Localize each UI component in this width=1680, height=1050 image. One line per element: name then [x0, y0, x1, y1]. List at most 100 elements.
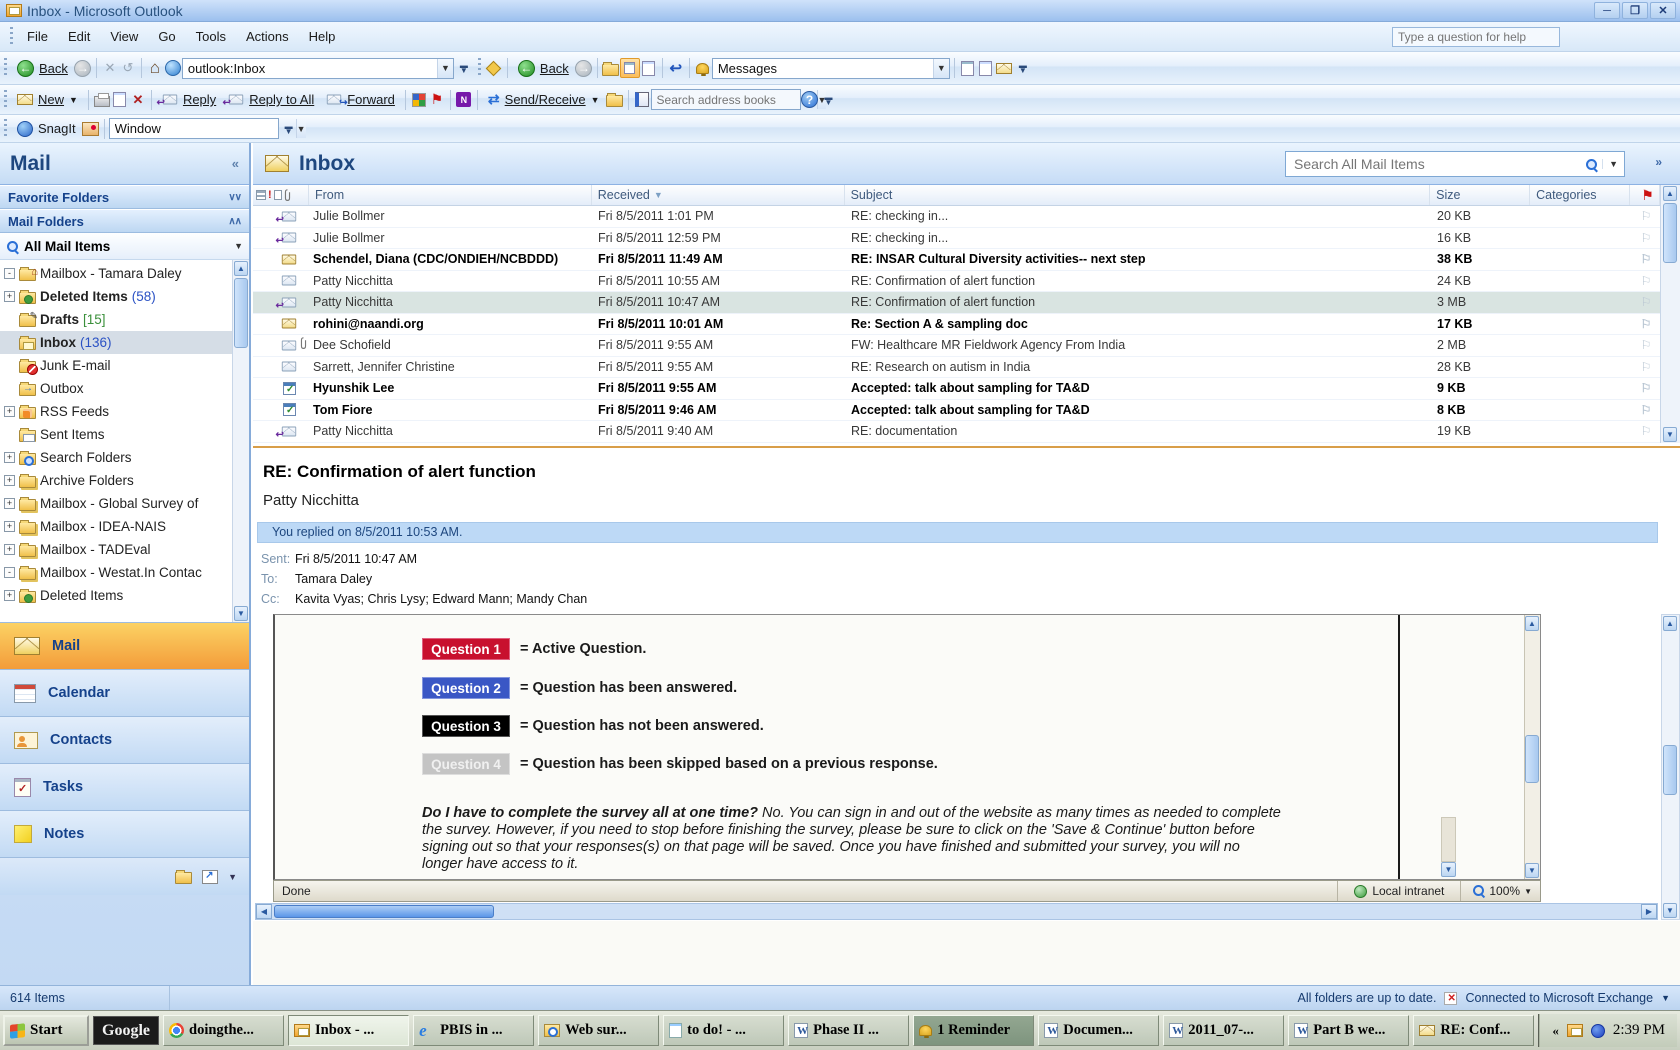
- taskbar-task-button[interactable]: PBIS in ...: [413, 1015, 534, 1046]
- folder-item[interactable]: + Mailbox - IDEA-NAIS: [0, 515, 232, 538]
- expand-toggle[interactable]: +: [4, 544, 15, 555]
- address-combo[interactable]: ▼: [182, 58, 454, 79]
- expand-toggle[interactable]: +: [4, 475, 15, 486]
- reply-all-button[interactable]: Reply to All: [222, 90, 320, 109]
- scroll-thumb[interactable]: [274, 905, 494, 918]
- flag-icon[interactable]: ⚐: [1631, 252, 1660, 266]
- forward-button[interactable]: Forward: [320, 90, 401, 109]
- message-row[interactable]: Patty Nicchitta Fri 8/5/2011 9:40 AM RE:…: [253, 421, 1660, 443]
- flag-icon[interactable]: ⚐: [1631, 424, 1660, 438]
- flag-icon[interactable]: ⚐: [1631, 403, 1660, 417]
- print-preview-button[interactable]: [640, 59, 658, 77]
- folder-item[interactable]: Junk E-mail: [0, 354, 232, 377]
- snagit-capture-button[interactable]: [82, 120, 100, 138]
- message-row[interactable]: rohini@naandi.org Fri 8/5/2011 10:01 AM …: [253, 314, 1660, 336]
- flag-icon[interactable]: ⚐: [1631, 338, 1660, 352]
- search-web-button[interactable]: [164, 59, 182, 77]
- folder-item[interactable]: Outbox: [0, 377, 232, 400]
- expand-toggle[interactable]: +: [4, 521, 15, 532]
- browser-zoom-control[interactable]: 100% ▼: [1460, 881, 1532, 901]
- dropdown-arrow-icon[interactable]: ▼: [933, 59, 949, 78]
- address-book-button[interactable]: [633, 91, 651, 109]
- taskbar-task-button[interactable]: 2011_07-...: [1163, 1015, 1284, 1046]
- up-folder-button[interactable]: [602, 59, 620, 77]
- nav-button[interactable]: Contacts: [0, 716, 249, 763]
- taskbar-task-button[interactable]: Web sur...: [538, 1015, 659, 1046]
- toolbar-grip[interactable]: [10, 27, 13, 47]
- toolbar-grip[interactable]: [478, 58, 481, 78]
- folder-item[interactable]: Inbox (136): [0, 331, 232, 354]
- view-input[interactable]: [713, 59, 933, 78]
- folder-item[interactable]: + Mailbox - Global Survey of: [0, 492, 232, 515]
- taskbar-task-button[interactable]: RE: Conf...: [1413, 1015, 1534, 1046]
- nav-button[interactable]: Notes: [0, 810, 249, 857]
- folder-item[interactable]: - Mailbox - Westat.In Contac: [0, 561, 232, 584]
- reading-pane-scrollbar[interactable]: ▲ ▼: [1661, 614, 1680, 920]
- clock[interactable]: 2:39 PM: [1613, 1022, 1665, 1039]
- dropdown-arrow-icon[interactable]: ▼: [234, 241, 243, 251]
- current-view-combo[interactable]: ▼: [712, 58, 950, 79]
- horizontal-scrollbar[interactable]: ◀ ▶: [255, 903, 1658, 920]
- configure-buttons-arrow[interactable]: ▼: [228, 872, 237, 882]
- message-row[interactable]: Sarrett, Jennifer Christine Fri 8/5/2011…: [253, 357, 1660, 379]
- folder-tree-scrollbar[interactable]: ▲ ▼: [232, 260, 249, 622]
- start-button[interactable]: Start: [3, 1015, 89, 1046]
- flag-icon[interactable]: ⚐: [1631, 274, 1660, 288]
- dropdown-arrow-icon[interactable]: ▼: [1602, 159, 1624, 169]
- inner-scroll-down-button[interactable]: ▼: [1441, 862, 1456, 877]
- scroll-down-button[interactable]: ▼: [1663, 427, 1677, 442]
- view-list-button[interactable]: [959, 59, 977, 77]
- message-list-scrollbar[interactable]: ▲ ▼: [1660, 185, 1680, 443]
- flag-icon[interactable]: ⚐: [1631, 231, 1660, 245]
- taskbar-task-button[interactable]: 1 Reminder: [913, 1015, 1034, 1046]
- menu-item[interactable]: Tools: [186, 25, 236, 48]
- refresh-button[interactable]: ↺: [119, 59, 137, 77]
- scroll-down-button[interactable]: ▼: [1525, 863, 1539, 878]
- flag-icon[interactable]: ⚐: [1631, 295, 1660, 309]
- scroll-right-button[interactable]: ▶: [1641, 904, 1657, 919]
- column-categories[interactable]: Categories: [1530, 185, 1630, 205]
- delete-button[interactable]: ✕: [129, 91, 147, 109]
- view-preview-button[interactable]: [977, 59, 995, 77]
- column-flag[interactable]: ⚑: [1630, 185, 1660, 205]
- web-forward-button[interactable]: →: [74, 59, 92, 77]
- tray-app-icon[interactable]: [1591, 1024, 1605, 1038]
- print-button[interactable]: [93, 91, 111, 109]
- reply-button[interactable]: Reply: [156, 90, 222, 109]
- snagit-button[interactable]: SnagIt: [11, 119, 82, 139]
- search-input[interactable]: [1286, 156, 1585, 172]
- taskbar-task-button[interactable]: Inbox - ...: [288, 1015, 409, 1046]
- scroll-down-button[interactable]: ▼: [234, 606, 248, 621]
- send-receive-button[interactable]: ⇄Send/Receive▼: [482, 89, 606, 110]
- message-row[interactable]: Schendel, Diana (CDC/ONDIEH/NCBDDD) Fri …: [253, 249, 1660, 271]
- close-button[interactable]: ✕: [1650, 2, 1676, 19]
- folder-item[interactable]: Drafts [15]: [0, 308, 232, 331]
- flag-icon[interactable]: ⚐: [1631, 209, 1660, 223]
- folder-item[interactable]: - Mailbox - Tamara Daley: [0, 262, 232, 285]
- message-row[interactable]: Patty Nicchitta Fri 8/5/2011 10:55 AM RE…: [253, 271, 1660, 293]
- menu-item[interactable]: File: [17, 25, 58, 48]
- move-to-folder-button[interactable]: [111, 91, 129, 109]
- expand-toggle[interactable]: +: [4, 452, 15, 463]
- onenote-button[interactable]: N: [455, 91, 473, 109]
- folder-item[interactable]: + Mailbox - TADEval: [0, 538, 232, 561]
- inner-scrollbar-track[interactable]: [1441, 817, 1456, 862]
- scroll-up-button[interactable]: ▲: [234, 261, 248, 276]
- menu-item[interactable]: Help: [299, 25, 346, 48]
- scroll-thumb[interactable]: [1663, 203, 1677, 263]
- column-size[interactable]: Size: [1430, 185, 1530, 205]
- google-quick-launch[interactable]: Google: [93, 1016, 159, 1045]
- instant-search-box[interactable]: ▼: [1285, 151, 1625, 177]
- address-input[interactable]: [183, 59, 437, 78]
- column-from[interactable]: From: [309, 185, 592, 205]
- menu-item[interactable]: Actions: [236, 25, 299, 48]
- scroll-down-button[interactable]: ▼: [1663, 903, 1677, 918]
- maximize-button[interactable]: ❐: [1622, 2, 1648, 19]
- taskbar-task-button[interactable]: Documen...: [1038, 1015, 1159, 1046]
- message-row[interactable]: Julie Bollmer Fri 8/5/2011 1:01 PM RE: c…: [253, 206, 1660, 228]
- taskbar-task-button[interactable]: to do! - ...: [663, 1015, 784, 1046]
- flag-icon[interactable]: ⚐: [1631, 381, 1660, 395]
- rules-alert-button[interactable]: [694, 59, 712, 77]
- menu-item[interactable]: Edit: [58, 25, 100, 48]
- home-button[interactable]: ⌂: [146, 59, 164, 77]
